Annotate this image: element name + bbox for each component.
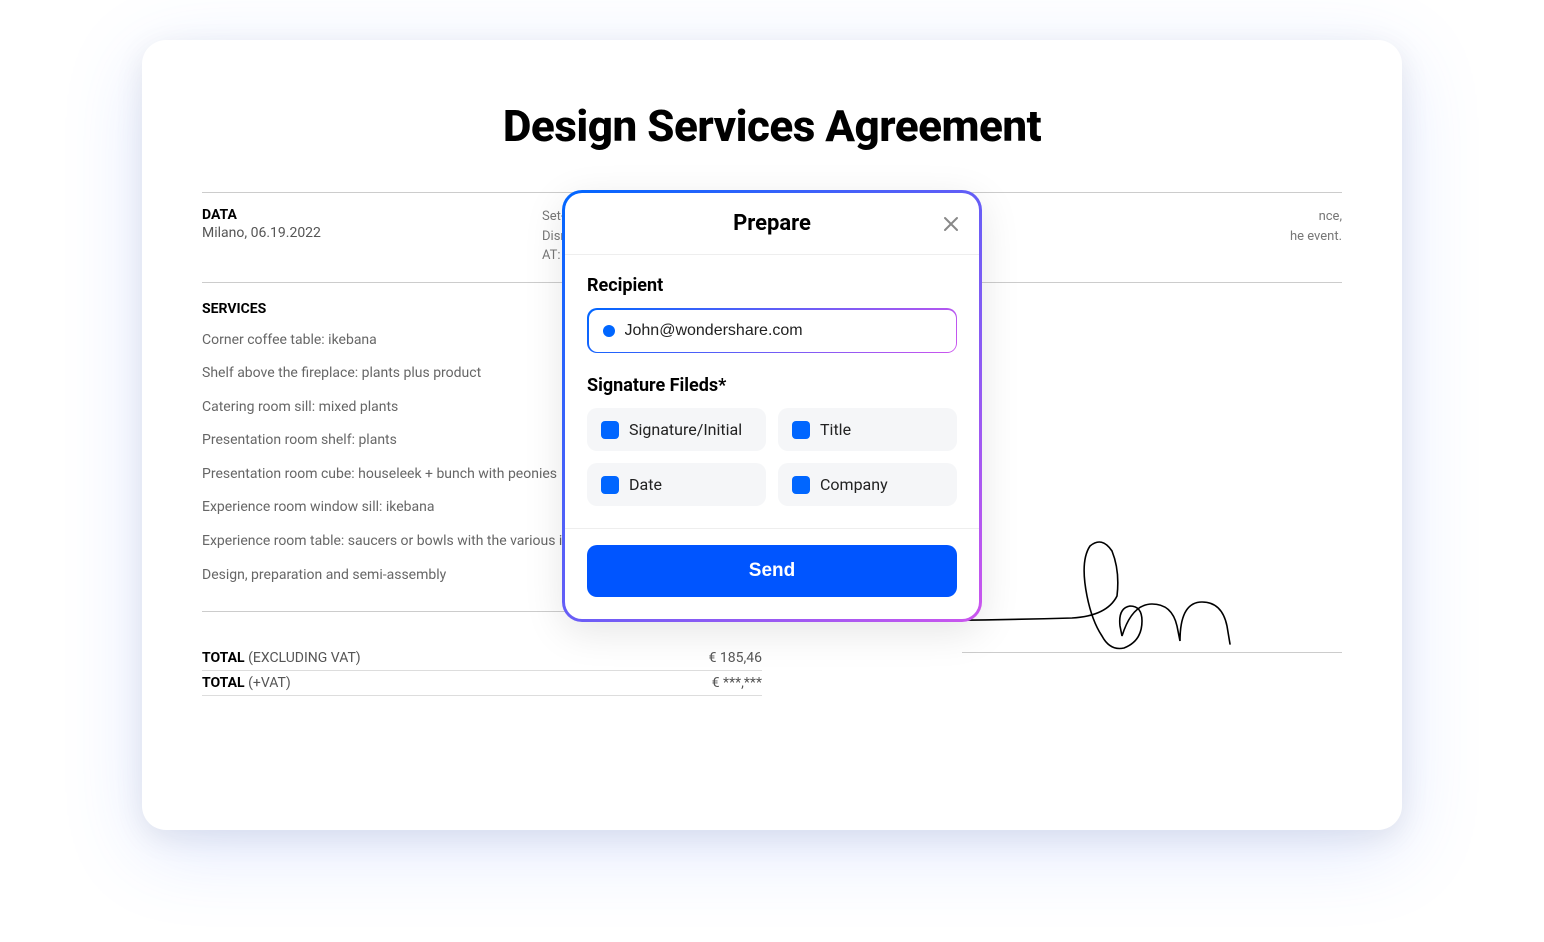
recipient-email-field[interactable] [625, 322, 942, 340]
field-company[interactable]: Company [778, 463, 957, 506]
total-row: TOTAL (+VAT) € ***,*** [202, 671, 762, 696]
field-chip-label: Signature/Initial [629, 420, 742, 439]
fields-grid: Signature/Initial Title Date Company [587, 408, 957, 506]
field-chip-label: Date [629, 475, 662, 494]
bottom-section: TOTAL (EXCLUDING VAT) € 185,46 TOTAL (+V… [202, 612, 1342, 696]
data-block: DATA Milano, 06.19.2022 [202, 207, 502, 266]
field-chip-label: Company [820, 475, 888, 494]
recipient-label: Recipient [587, 275, 957, 296]
total-label: TOTAL (+VAT) [202, 675, 291, 691]
total-label: TOTAL (EXCLUDING VAT) [202, 650, 361, 666]
checkbox-icon [792, 421, 810, 439]
checkbox-icon [601, 476, 619, 494]
totals-column: TOTAL (EXCLUDING VAT) € 185,46 TOTAL (+V… [202, 646, 762, 696]
document-title: Design Services Agreement [202, 100, 1342, 152]
prepare-modal: Prepare Recipient Signature Fileds* Sign… [562, 190, 982, 622]
modal-header: Prepare [565, 193, 979, 255]
total-value: € ***,*** [712, 675, 762, 691]
modal-body: Recipient Signature Fileds* Signature/In… [565, 255, 979, 528]
field-title[interactable]: Title [778, 408, 957, 451]
close-button[interactable] [941, 214, 961, 234]
modal-title: Prepare [585, 211, 959, 236]
data-value: Milano, 06.19.2022 [202, 225, 502, 241]
recipient-input[interactable] [589, 310, 956, 352]
total-row: TOTAL (EXCLUDING VAT) € 185,46 [202, 646, 762, 671]
bullet-icon [603, 325, 615, 337]
field-chip-label: Title [820, 420, 851, 439]
checkbox-icon [792, 476, 810, 494]
total-value: € 185,46 [709, 650, 762, 666]
modal-inner: Prepare Recipient Signature Fileds* Sign… [565, 193, 979, 619]
checkbox-icon [601, 421, 619, 439]
close-icon [943, 216, 959, 232]
recipient-input-wrap [587, 308, 957, 353]
data-label: DATA [202, 207, 502, 223]
signature-fields-label: Signature Fileds* [587, 375, 957, 396]
field-date[interactable]: Date [587, 463, 766, 506]
field-signature-initial[interactable]: Signature/Initial [587, 408, 766, 451]
modal-footer: Send [565, 528, 979, 619]
send-button[interactable]: Send [587, 545, 957, 597]
